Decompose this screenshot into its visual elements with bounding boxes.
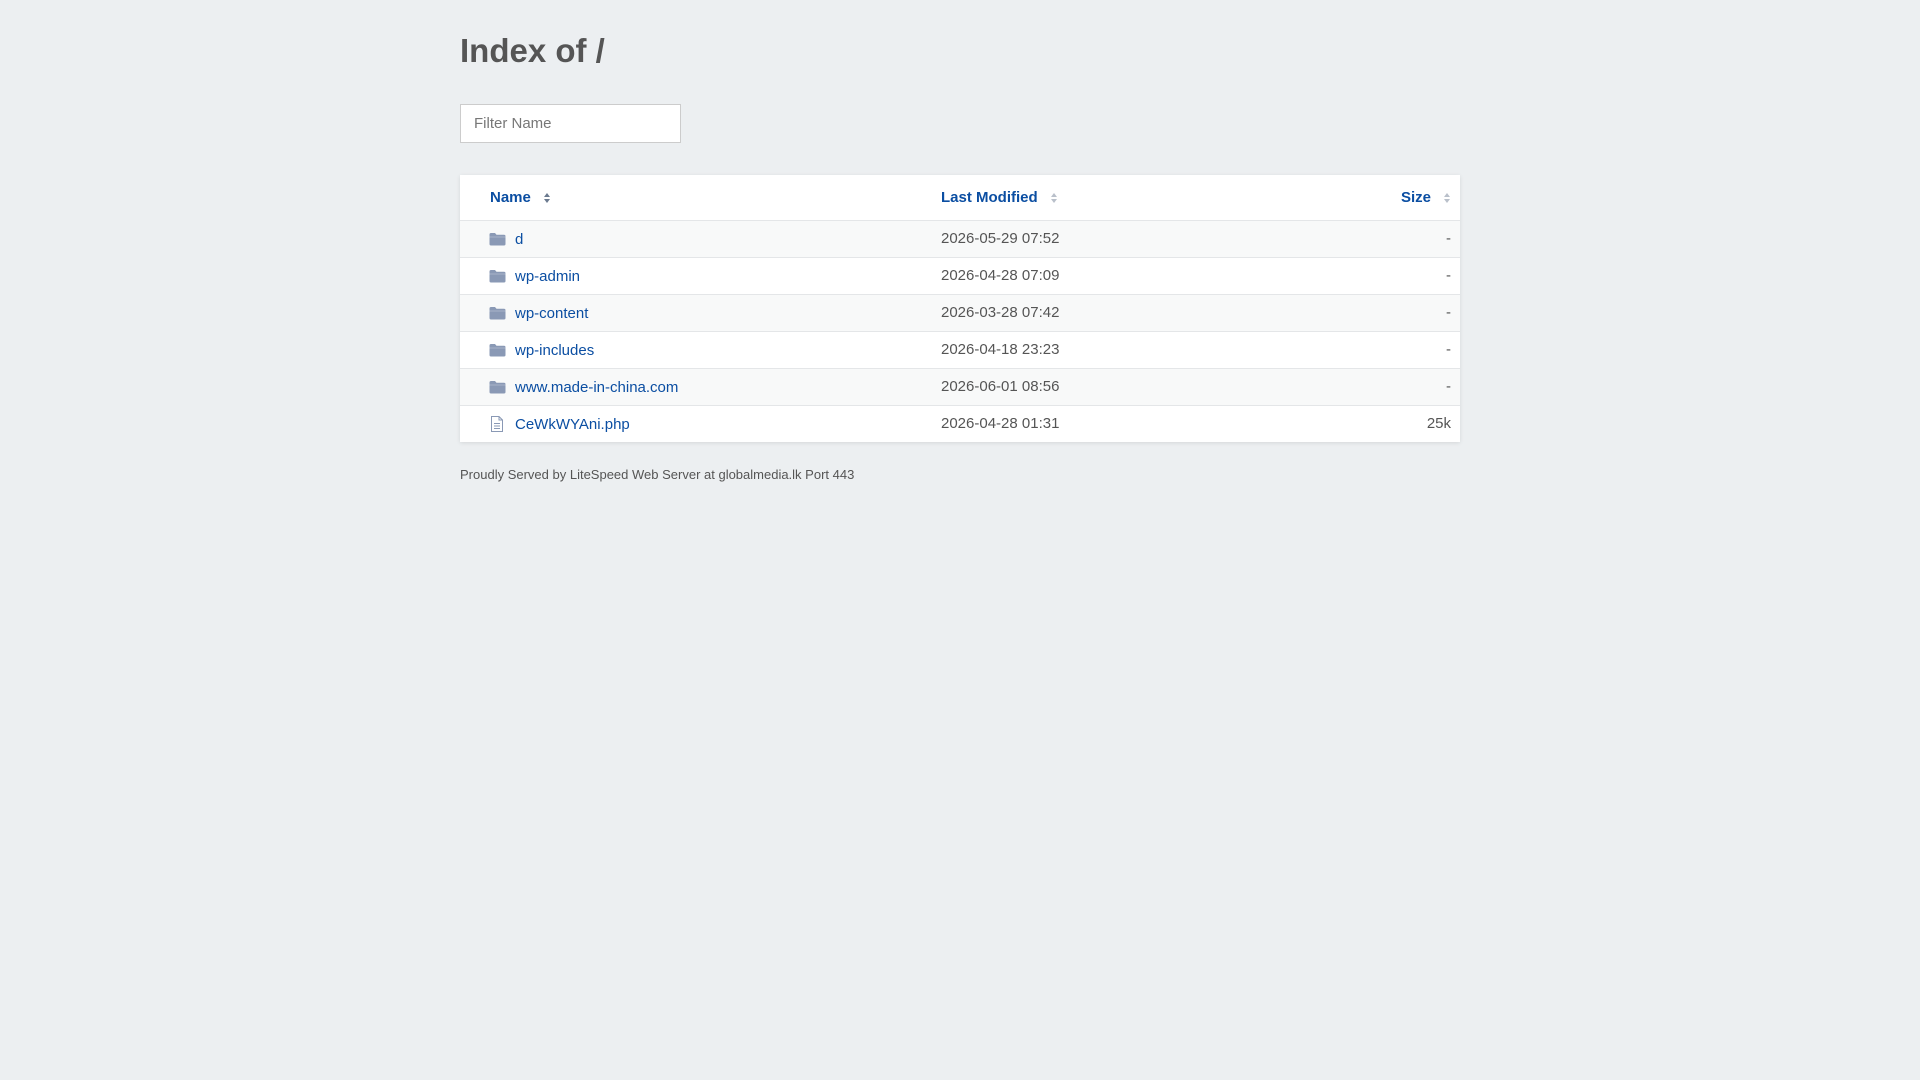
entry-link[interactable]: wp-content (515, 305, 588, 322)
table-row: www.made-in-china.com 2026-06-01 08:56 - (460, 369, 1460, 406)
modified-column-label: Last Modified (941, 189, 1038, 206)
modified-cell: 2026-03-28 07:42 (941, 304, 1060, 321)
folder-icon (488, 305, 506, 321)
entry-link[interactable]: www.made-in-china.com (515, 379, 678, 396)
sort-by-name-header[interactable]: Name (490, 189, 551, 206)
table-row: wp-content 2026-03-28 07:42 - (460, 295, 1460, 332)
sort-by-modified-header[interactable]: Last Modified (941, 189, 1058, 206)
table-body: d 2026-05-29 07:52 - wp-admin 2026-04-28… (460, 221, 1460, 442)
size-column-label: Size (1400, 189, 1431, 206)
folder-icon (488, 342, 506, 358)
entry-link[interactable]: wp-includes (515, 342, 594, 359)
size-cell: - (1446, 267, 1451, 284)
size-cell: - (1446, 230, 1451, 247)
entry-link[interactable]: d (515, 231, 523, 248)
sort-arrows-icon (543, 193, 550, 204)
table-row: wp-admin 2026-04-28 07:09 - (460, 258, 1460, 295)
table-row: CeWkWYAni.php 2026-04-28 01:31 25k (460, 406, 1460, 442)
folder-icon (488, 231, 506, 247)
file-icon (488, 416, 506, 432)
sort-arrows-icon (1444, 193, 1450, 204)
filter-name-input[interactable] (460, 104, 681, 143)
entry-link[interactable]: CeWkWYAni.php (515, 416, 630, 433)
table-header: Name Last Modified Size (460, 175, 1460, 221)
server-footer: Proudly Served by LiteSpeed Web Server a… (460, 467, 855, 482)
file-listing-table: Name Last Modified Size d 2026-05-29 07:… (460, 175, 1460, 442)
modified-cell: 2026-05-29 07:52 (941, 230, 1060, 247)
modified-cell: 2026-04-18 23:23 (941, 341, 1060, 358)
sort-arrows-icon (1050, 193, 1057, 204)
size-cell: - (1446, 341, 1451, 358)
table-row: wp-includes 2026-04-18 23:23 - (460, 332, 1460, 369)
sort-by-size-header[interactable]: Size (1401, 189, 1451, 206)
modified-cell: 2026-04-28 01:31 (941, 415, 1060, 432)
modified-cell: 2026-04-28 07:09 (941, 267, 1060, 284)
folder-icon (488, 379, 506, 395)
table-row: d 2026-05-29 07:52 - (460, 221, 1460, 258)
size-cell: - (1446, 304, 1451, 321)
page-title: Index of / (460, 32, 605, 69)
name-column-label: Name (490, 189, 531, 206)
modified-cell: 2026-06-01 08:56 (941, 378, 1060, 395)
size-cell: - (1446, 378, 1451, 395)
entry-link[interactable]: wp-admin (515, 268, 580, 285)
size-cell: 25k (1426, 415, 1451, 432)
folder-icon (488, 268, 506, 284)
